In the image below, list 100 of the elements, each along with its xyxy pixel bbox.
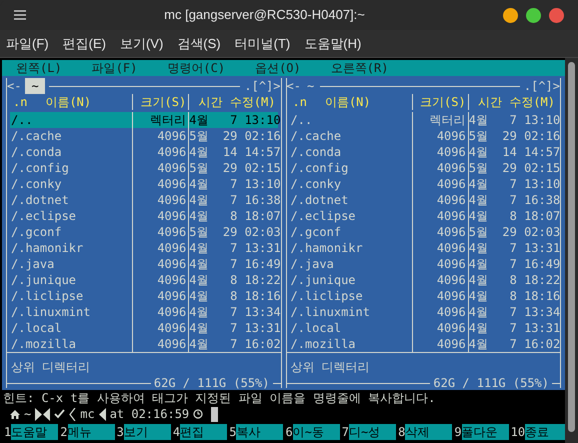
file-size: 4096 bbox=[412, 336, 469, 352]
prompt-directory: ~ bbox=[24, 406, 32, 422]
menu-icon[interactable] bbox=[14, 10, 26, 20]
key-label: 이~동 bbox=[292, 424, 340, 440]
check-icon bbox=[54, 409, 66, 419]
maximize-button[interactable] bbox=[526, 8, 541, 22]
sort-indicator[interactable]: .n bbox=[13, 94, 28, 110]
column-header[interactable]: 크기(S) bbox=[412, 94, 469, 110]
menu-item[interactable]: 터미널(T) bbox=[234, 34, 290, 54]
file-name: /.conky bbox=[10, 176, 134, 192]
file-size: 4096 bbox=[133, 176, 190, 192]
function-key[interactable]: 6이~동 bbox=[283, 424, 340, 440]
scrollbar[interactable] bbox=[565, 58, 578, 443]
window-title: mc [gangserver@RC530-H0407]:~ bbox=[163, 6, 366, 24]
function-key[interactable]: 10종료 bbox=[508, 424, 565, 440]
file-name: /.hamonikr bbox=[290, 240, 413, 256]
file-size: 4096 bbox=[412, 304, 469, 320]
back-arrow[interactable]: <- bbox=[7, 78, 22, 94]
home-icon bbox=[10, 410, 20, 418]
file-size: 렉터리 bbox=[133, 112, 190, 128]
minimize-button[interactable] bbox=[503, 8, 518, 22]
file-size: 4096 bbox=[412, 144, 469, 160]
file-size: 4096 bbox=[412, 320, 469, 336]
menu-item[interactable]: 파일(F) bbox=[6, 34, 49, 54]
file-name: /.mozilla bbox=[10, 336, 134, 352]
file-name: /.conda bbox=[290, 144, 413, 160]
file-size: 4096 bbox=[412, 128, 469, 144]
prompt-time: at 02:16:59 bbox=[110, 406, 190, 422]
function-key[interactable]: 9풀다운 bbox=[452, 424, 509, 440]
file-size: 4096 bbox=[133, 272, 190, 288]
file-name: /.. bbox=[290, 112, 413, 128]
file-name: /.local bbox=[10, 320, 134, 336]
prompt-command: mc bbox=[80, 406, 95, 422]
file-size: 4096 bbox=[133, 128, 190, 144]
file-name: /.hamonikr bbox=[10, 240, 134, 256]
key-label: 메뉴 bbox=[68, 424, 115, 440]
disk-usage: 62G / 111G (55%) bbox=[154, 375, 270, 391]
menu-item[interactable]: 편집(E) bbox=[62, 34, 106, 54]
file-row[interactable]: /.. 렉터리 4월 7 13:10 bbox=[10, 112, 278, 128]
mc-menu-item[interactable]: 파일(F) bbox=[92, 60, 138, 76]
file-name: /.. bbox=[10, 112, 134, 128]
mc-menu-item[interactable]: 오른쪽(R) bbox=[330, 60, 388, 76]
mc-menu-item[interactable]: 왼쪽(L) bbox=[16, 60, 62, 76]
path-tab[interactable]: ~ bbox=[304, 78, 316, 94]
panel-controls[interactable]: .[^]> bbox=[244, 78, 280, 94]
mc-menu-item[interactable]: 명령어(C) bbox=[167, 60, 226, 76]
file-size: 4096 bbox=[412, 192, 469, 208]
column-header[interactable]: 크기(S) bbox=[133, 94, 190, 110]
function-key[interactable]: 8삭제 bbox=[396, 424, 452, 440]
sort-indicator[interactable]: .n bbox=[292, 94, 307, 110]
file-size: 렉터리 bbox=[412, 112, 469, 128]
file-name: /.linuxmint bbox=[290, 304, 413, 320]
menu-item[interactable]: 보기(V) bbox=[120, 34, 164, 54]
function-key[interactable]: 3보기 bbox=[114, 424, 171, 440]
file-size: 4096 bbox=[133, 192, 190, 208]
file-size: 4096 bbox=[133, 256, 190, 272]
column-header[interactable]: 시간 수정(M) bbox=[468, 94, 557, 110]
scrollbar-thumb[interactable] bbox=[568, 62, 575, 432]
column-header[interactable]: 이름(N) bbox=[45, 94, 92, 110]
file-size: 4096 bbox=[133, 144, 190, 160]
file-name: /.cache bbox=[10, 128, 134, 144]
key-label: 삭제 bbox=[405, 424, 452, 440]
function-key[interactable]: 5복사 bbox=[227, 424, 284, 440]
chevron-icon bbox=[69, 408, 76, 420]
file-size: 4096 bbox=[133, 160, 190, 176]
file-size: 4096 bbox=[133, 288, 190, 304]
function-key[interactable]: 7디~성 bbox=[340, 424, 396, 440]
file-name: /.junique bbox=[290, 272, 413, 288]
file-name: /.conda bbox=[10, 144, 134, 160]
file-size: 4096 bbox=[133, 320, 190, 336]
file-size: 4096 bbox=[412, 224, 469, 240]
info-line: 상위 디렉터리 bbox=[11, 360, 90, 374]
file-size: 4096 bbox=[133, 240, 190, 256]
file-size: 4096 bbox=[412, 240, 469, 256]
key-label: 복사 bbox=[236, 424, 284, 440]
file-name: /.linuxmint bbox=[10, 304, 134, 320]
file-size: 4096 bbox=[133, 224, 190, 240]
file-name: /.config bbox=[290, 160, 413, 176]
key-label: 디~성 bbox=[349, 424, 396, 440]
close-button[interactable] bbox=[549, 8, 564, 22]
column-header[interactable]: 이름(N) bbox=[324, 94, 371, 110]
panel-controls[interactable]: .[^]> bbox=[524, 78, 560, 94]
hint-line: 힌트: C-x t를 사용하여 태그가 지정된 파일 이름을 명령줄에 복사합니다. bbox=[2, 390, 436, 406]
menu-item[interactable]: 검색(S) bbox=[177, 34, 221, 54]
column-header[interactable]: 시간 수정(M) bbox=[189, 94, 278, 110]
path-tab[interactable]: ~ bbox=[25, 78, 45, 94]
key-label: 도움말 bbox=[11, 424, 58, 440]
info-line: 상위 디렉터리 bbox=[290, 360, 370, 374]
file-size: 4096 bbox=[412, 272, 469, 288]
separator-icon bbox=[98, 408, 106, 420]
back-arrow[interactable]: <- bbox=[286, 78, 301, 94]
menu-item[interactable]: 도움말(H) bbox=[304, 34, 362, 54]
mc-menu-item[interactable]: 옵션(O) bbox=[255, 60, 301, 76]
function-key[interactable]: 4편집 bbox=[170, 424, 228, 440]
function-key[interactable]: 1도움말 bbox=[2, 424, 58, 440]
clock-icon bbox=[193, 409, 204, 419]
file-name: /.eclipse bbox=[10, 208, 134, 224]
file-size: 4096 bbox=[133, 304, 190, 320]
file-size: 4096 bbox=[412, 208, 469, 224]
function-key[interactable]: 2메뉴 bbox=[58, 424, 115, 440]
